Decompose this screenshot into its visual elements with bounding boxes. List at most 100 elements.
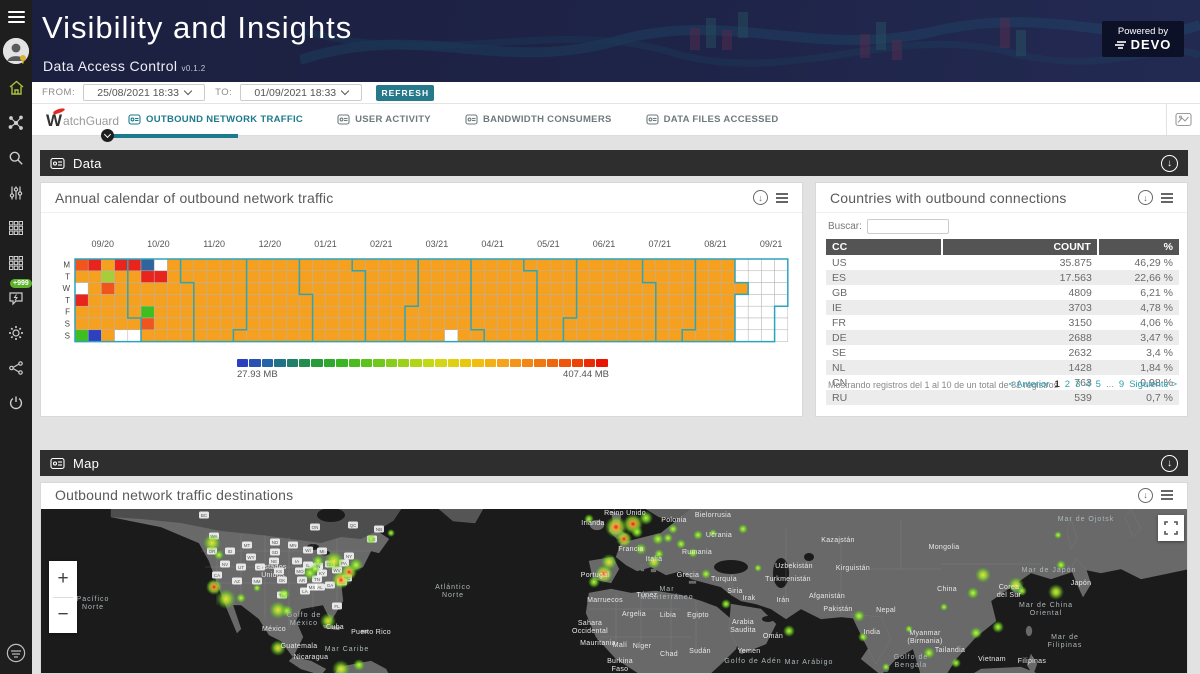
download-icon[interactable]: ↓: [1138, 488, 1153, 503]
download-icon[interactable]: ↓: [753, 190, 768, 205]
svg-text:ArabiaSaudita: ArabiaSaudita: [730, 619, 756, 634]
collapse-section-icon[interactable]: ↓: [1161, 155, 1178, 172]
table-row: ES17.56322,66 %: [826, 270, 1179, 285]
to-date-select[interactable]: 01/09/2021 18:33: [240, 84, 362, 101]
network-icon[interactable]: [0, 111, 32, 135]
date-toolbar: FROM: 25/08/2021 18:33 TO: 01/09/2021 18…: [32, 82, 1200, 104]
tab-user-activity[interactable]: USER ACTIVITY: [337, 113, 431, 126]
tab-collapse-chevron[interactable]: [101, 129, 114, 142]
tab-bandwidth-consumers[interactable]: BANDWIDTH CONSUMERS: [465, 113, 612, 126]
svg-text:11/20: 11/20: [203, 239, 225, 249]
panel-menu-icon[interactable]: [1161, 193, 1173, 203]
panel-menu-icon[interactable]: [1161, 490, 1173, 500]
power-icon[interactable]: [0, 391, 32, 415]
svg-text:Portugal: Portugal: [581, 572, 610, 579]
svg-text:MN: MN: [290, 543, 297, 548]
table-row: DE26883,47 %: [826, 330, 1179, 345]
avatar-person-icon: [3, 38, 29, 64]
download-icon[interactable]: ↓: [1138, 190, 1153, 205]
svg-text:Turquía: Turquía: [711, 576, 737, 583]
hamburger-icon[interactable]: [8, 8, 25, 26]
sidebar: +999: [0, 0, 32, 674]
pagination-ellipsis: ...: [1106, 379, 1114, 390]
chat-badge: +999: [10, 279, 32, 288]
svg-text:Nepal: Nepal: [876, 607, 896, 614]
from-date-select[interactable]: 25/08/2021 18:33: [83, 84, 205, 101]
tab-outbound-network-traffic[interactable]: OUTBOUND NETWORK TRAFFIC: [128, 113, 303, 126]
svg-text:MT: MT: [244, 543, 251, 548]
svg-text:Chad: Chad: [660, 651, 678, 658]
tab-icon: [646, 113, 659, 126]
svg-text:Omán: Omán: [763, 633, 783, 640]
fullscreen-button[interactable]: [1158, 515, 1184, 541]
share-icon[interactable]: [0, 356, 32, 380]
svg-text:Guatemala: Guatemala: [281, 643, 318, 650]
svg-text:Vietnam: Vietnam: [978, 656, 1006, 663]
pagination-prev[interactable]: < Anterior: [1009, 379, 1050, 390]
svg-text:Yemen: Yemen: [737, 648, 760, 655]
map-panel-title: Outbound network traffic destinations: [55, 487, 293, 503]
avatar[interactable]: [3, 38, 29, 64]
grid-icon[interactable]: [0, 216, 32, 240]
svg-text:09/20: 09/20: [91, 239, 114, 249]
svg-text:Cuba: Cuba: [326, 624, 344, 631]
svg-text:Japón: Japón: [1071, 580, 1092, 587]
section-title: Data: [73, 156, 102, 171]
tab-data-files-accessed[interactable]: DATA FILES ACCESSED: [646, 113, 779, 126]
header-chart-decoration: [300, 0, 1200, 82]
svg-text:S: S: [65, 331, 70, 340]
svg-text:07/21: 07/21: [648, 239, 671, 249]
countries-search-input[interactable]: [867, 219, 949, 234]
svg-text:08/21: 08/21: [704, 239, 727, 249]
svg-text:04/21: 04/21: [481, 239, 504, 249]
svg-text:T: T: [65, 272, 70, 281]
home-icon[interactable]: [0, 76, 32, 100]
svg-text:02/21: 02/21: [370, 239, 393, 249]
pagination-page-5[interactable]: 5: [1096, 379, 1101, 390]
panel-toggle-icon[interactable]: [1166, 104, 1200, 135]
section-data-icon: [50, 157, 65, 170]
calendar-chart: 09/2010/2011/2012/2001/2102/2103/2104/21…: [49, 217, 796, 352]
pagination-next[interactable]: Siguiente >: [1129, 379, 1177, 390]
svg-text:Libia: Libia: [660, 612, 676, 619]
grid-icon-2[interactable]: [0, 251, 32, 275]
devo-logo-icon[interactable]: [6, 643, 26, 668]
col-header-count[interactable]: COUNT: [942, 239, 1097, 255]
svg-text:KY: KY: [319, 571, 325, 576]
world-map[interactable]: BCONQCNBMTNDMNWIMINYSDWYNEIAILINOHPANVUT…: [41, 509, 1188, 674]
svg-text:Golfo deMéxico: Golfo deMéxico: [287, 612, 321, 627]
svg-text:NM: NM: [254, 579, 261, 584]
col-header-pct[interactable]: %: [1098, 239, 1179, 255]
svg-text:Egipto: Egipto: [687, 612, 709, 619]
svg-text:06/21: 06/21: [593, 239, 616, 249]
panel-menu-icon[interactable]: [776, 193, 788, 203]
svg-text:03/21: 03/21: [426, 239, 449, 249]
refresh-button[interactable]: REFRESH: [376, 85, 434, 101]
zoom-in-button[interactable]: +: [49, 561, 77, 597]
gear-icon[interactable]: [0, 321, 32, 345]
table-row: GB48096,21 %: [826, 285, 1179, 300]
collapse-section-icon[interactable]: ↓: [1161, 455, 1178, 472]
pagination-page-1[interactable]: 1: [1054, 379, 1059, 390]
legend-max-label: 407.44 MB: [563, 369, 609, 380]
filters-icon[interactable]: [0, 181, 32, 205]
svg-text:09/21: 09/21: [760, 239, 783, 249]
pagination-page-4[interactable]: 4: [1085, 379, 1090, 390]
svg-text:WI: WI: [305, 548, 311, 553]
svg-text:F: F: [65, 308, 70, 317]
svg-text:W: W: [62, 284, 70, 293]
pagination-page-9[interactable]: 9: [1119, 379, 1124, 390]
svg-text:Sudán: Sudán: [689, 648, 711, 655]
svg-text:Mar de Japón: Mar de Japón: [1022, 567, 1077, 574]
search-icon[interactable]: [0, 146, 32, 170]
svg-text:LA: LA: [302, 589, 308, 594]
pagination-page-2[interactable]: 2: [1065, 379, 1070, 390]
svg-text:Marruecos: Marruecos: [587, 597, 623, 604]
zoom-out-button[interactable]: −: [49, 598, 77, 634]
svg-text:QC: QC: [350, 523, 358, 528]
col-header-cc[interactable]: CC: [826, 239, 942, 255]
chevron-down-icon: [341, 87, 349, 95]
pagination-page-3[interactable]: 3: [1075, 379, 1080, 390]
chat-icon[interactable]: +999: [0, 286, 32, 310]
svg-text:Myanmar(Birmania): Myanmar(Birmania): [907, 630, 942, 645]
